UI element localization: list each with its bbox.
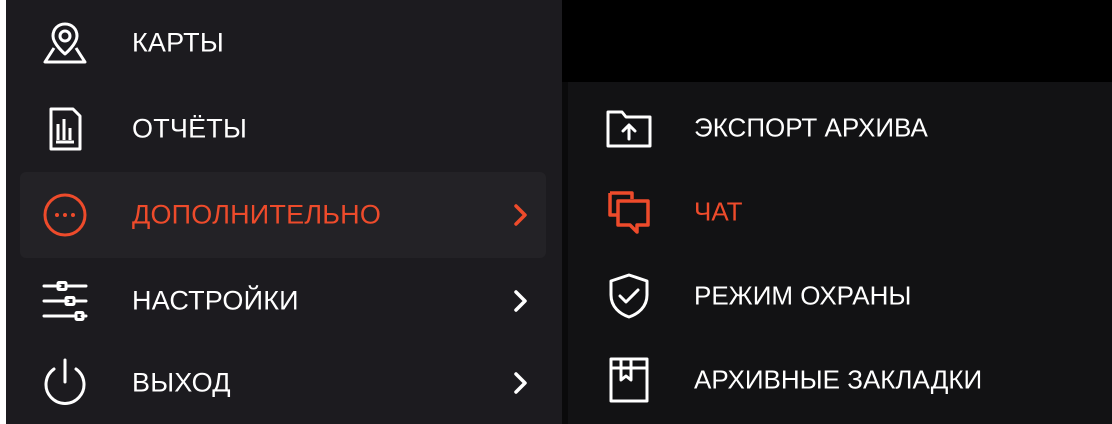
menu-item-exit[interactable]: ВЫХОД bbox=[20, 340, 546, 424]
submenu-item-chat[interactable]: ЧАТ bbox=[592, 170, 1092, 254]
power-icon bbox=[38, 356, 92, 410]
submenu-item-export-archive[interactable]: ЭКСПОРТ АРХИВА bbox=[592, 86, 1092, 170]
submenu-item-label: ЧАТ bbox=[694, 196, 743, 227]
menu-item-more[interactable]: ДОПОЛНИТЕЛЬНО bbox=[20, 172, 546, 258]
bookmark-archive-icon bbox=[602, 353, 656, 407]
menu-item-reports[interactable]: ОТЧЁТЫ bbox=[20, 86, 546, 172]
folder-upload-icon bbox=[602, 101, 656, 155]
main-menu: КАРТЫ ОТЧЁТЫ ДОПОЛНИТЕЛЬНО НАСТРОЙКИ ВЫХ… bbox=[6, 0, 562, 424]
more-icon bbox=[38, 188, 92, 242]
submenu-item-label: ЭКСПОРТ АРХИВА bbox=[694, 112, 928, 143]
menu-item-label: ВЫХОД bbox=[132, 367, 231, 398]
submenu-more: ЭКСПОРТ АРХИВА ЧАТ РЕЖИМ ОХРАНЫ АРХИВНЫЕ… bbox=[562, 82, 1112, 424]
menu-item-label: НАСТРОЙКИ bbox=[132, 285, 299, 316]
submenu-item-archive-bookmarks[interactable]: АРХИВНЫЕ ЗАКЛАДКИ bbox=[592, 338, 1092, 422]
submenu-item-security-mode[interactable]: РЕЖИМ ОХРАНЫ bbox=[592, 254, 1092, 338]
chat-icon bbox=[602, 185, 656, 239]
sliders-icon bbox=[38, 274, 92, 328]
top-black-area bbox=[562, 0, 1112, 82]
map-pin-icon bbox=[38, 16, 92, 70]
menu-item-label: ДОПОЛНИТЕЛЬНО bbox=[132, 199, 382, 230]
chevron-right-icon bbox=[510, 368, 532, 398]
chevron-right-icon bbox=[510, 286, 532, 316]
report-icon bbox=[38, 102, 92, 156]
shield-check-icon bbox=[602, 269, 656, 323]
menu-item-maps[interactable]: КАРТЫ bbox=[20, 0, 546, 86]
menu-item-settings[interactable]: НАСТРОЙКИ bbox=[20, 258, 546, 344]
screen: КАРТЫ ОТЧЁТЫ ДОПОЛНИТЕЛЬНО НАСТРОЙКИ ВЫХ… bbox=[0, 0, 1112, 424]
submenu-item-label: АРХИВНЫЕ ЗАКЛАДКИ bbox=[694, 364, 983, 395]
menu-item-label: ОТЧЁТЫ bbox=[132, 113, 248, 144]
chevron-right-icon bbox=[510, 200, 532, 230]
submenu-item-label: РЕЖИМ ОХРАНЫ bbox=[694, 280, 912, 311]
menu-item-label: КАРТЫ bbox=[132, 27, 224, 58]
